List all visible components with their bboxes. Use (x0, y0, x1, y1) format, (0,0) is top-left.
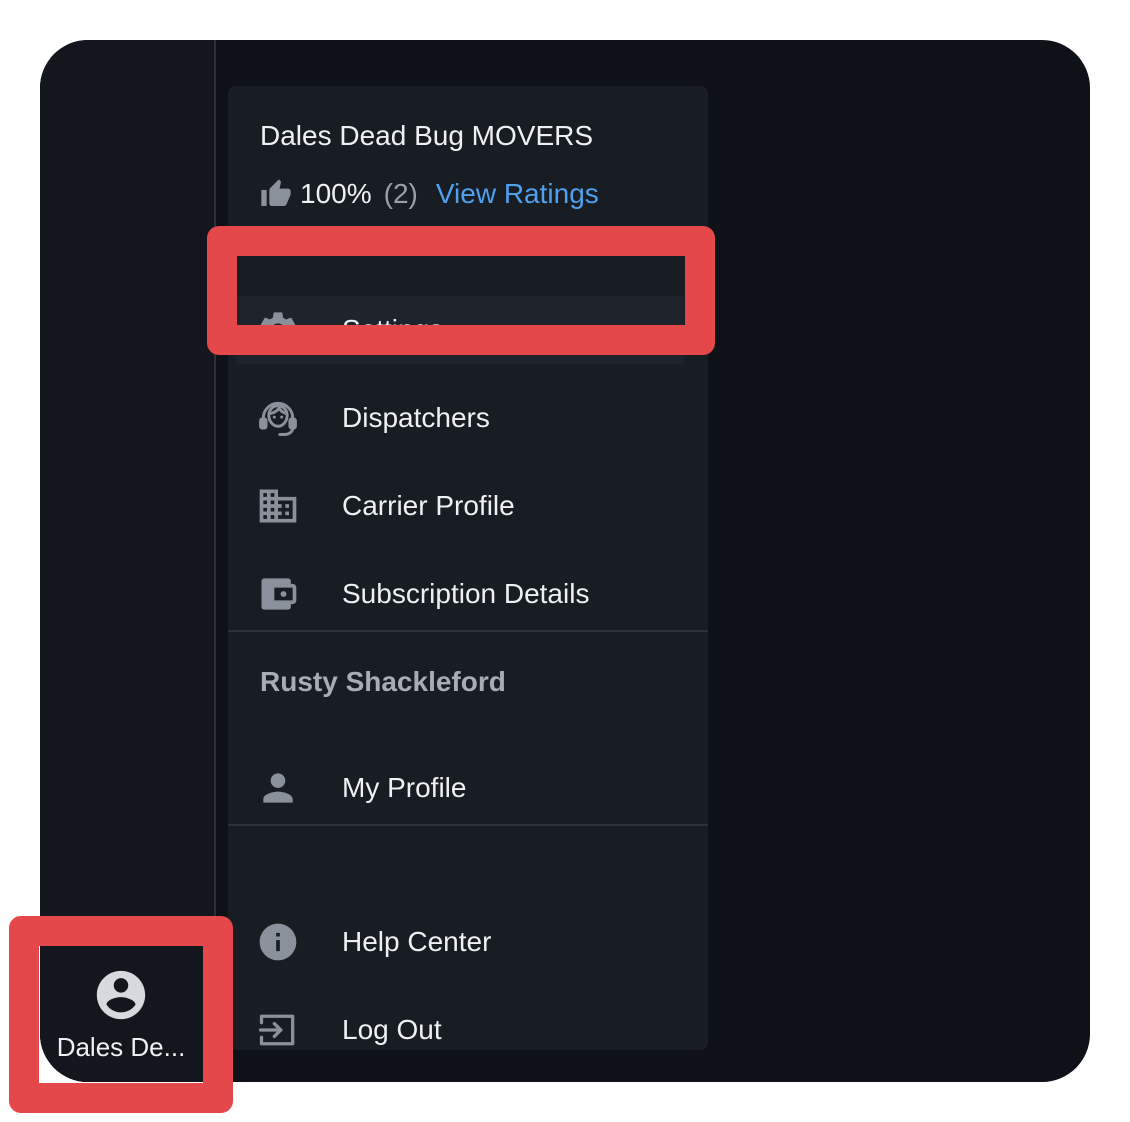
menu-item-carrier-profile[interactable]: Carrier Profile (236, 472, 684, 540)
app-window: Dales Dead Bug MOVERS 100% (2) View Rati… (40, 40, 1090, 1082)
menu-item-label: Carrier Profile (342, 490, 515, 521)
account-menu: Dales Dead Bug MOVERS 100% (2) View Rati… (228, 86, 708, 1050)
org-name: Dales Dead Bug MOVERS (260, 120, 594, 151)
menu-item-log-out[interactable]: Log Out (236, 996, 684, 1064)
menu-item-my-profile[interactable]: My Profile (236, 754, 684, 822)
menu-divider (228, 824, 708, 826)
menu-item-label: Help Center (342, 926, 492, 957)
user-name: Rusty Shackleford (260, 666, 506, 697)
menu-item-help-center[interactable]: Help Center (236, 908, 684, 976)
menu-item-subscription-details[interactable]: Subscription Details (236, 560, 684, 628)
wallet-icon (254, 570, 302, 618)
rating-row: 100% (2) View Ratings (260, 174, 599, 214)
account-circle-icon (92, 966, 150, 1024)
menu-item-label: Log Out (342, 1014, 442, 1045)
account-button[interactable]: Dales De... (40, 946, 202, 1082)
info-icon (254, 918, 302, 966)
menu-divider (228, 630, 708, 632)
sidebar (40, 40, 216, 1082)
view-ratings-link[interactable]: View Ratings (436, 178, 599, 210)
rating-count: (2) (383, 178, 418, 209)
person-icon (254, 764, 302, 812)
menu-item-label: Settings (342, 314, 444, 345)
headset-agent-icon (254, 394, 302, 442)
rating-percent: 100% (300, 178, 372, 209)
menu-item-label: My Profile (342, 772, 467, 803)
building-icon (254, 482, 302, 530)
logout-icon (254, 1006, 302, 1054)
menu-item-label: Dispatchers (342, 402, 490, 433)
gear-icon (254, 306, 302, 354)
thumbs-up-icon (260, 178, 292, 210)
menu-item-label: Subscription Details (342, 578, 590, 609)
menu-item-settings[interactable]: Settings (236, 296, 684, 364)
account-label: Dales De... (56, 1032, 186, 1062)
menu-item-dispatchers[interactable]: Dispatchers (236, 384, 684, 452)
